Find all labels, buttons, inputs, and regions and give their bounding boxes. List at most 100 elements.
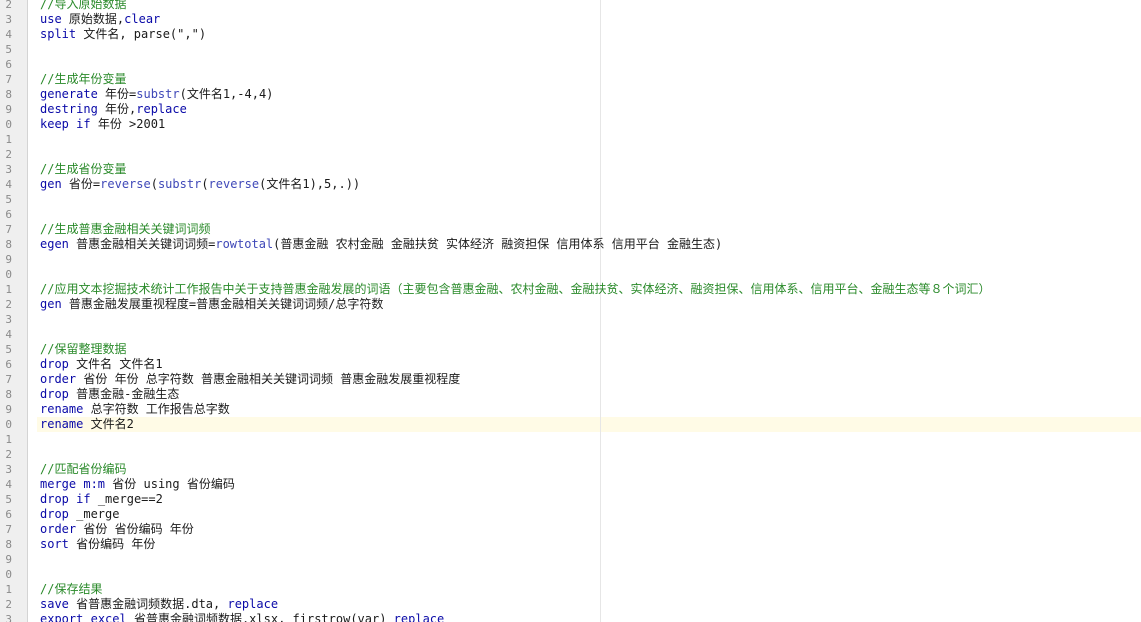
- code-line[interactable]: 1: [0, 432, 1141, 447]
- line-number: 3: [5, 463, 12, 476]
- code-token: sort: [40, 537, 69, 551]
- code-line[interactable]: 1 //保存结果: [0, 582, 1141, 597]
- line-number: 7: [5, 223, 12, 236]
- code-token: 省份 年份 总字符数 普惠金融相关关键词词频 普惠金融发展重视程度: [76, 372, 461, 386]
- code-line[interactable]: 8 sort 省份编码 年份: [0, 537, 1141, 552]
- code-line[interactable]: 0 rename 文件名2: [0, 417, 1141, 432]
- code-line[interactable]: 1 //应用文本挖掘技术统计工作报告中关于支持普惠金融发展的词语（主要包含普惠金融…: [0, 282, 1141, 297]
- code-line[interactable]: 7 //生成年份变量: [0, 72, 1141, 87]
- line-code: save 省普惠金融词频数据.dta, replace: [40, 597, 278, 612]
- code-line[interactable]: 3 //生成省份变量: [0, 162, 1141, 177]
- code-line[interactable]: 8 egen 普惠金融相关关键词词频=rowtotal(普惠金融 农村金融 金融扶…: [0, 237, 1141, 252]
- code-line[interactable]: 4 split 文件名, parse(","): [0, 27, 1141, 42]
- code-token: excel: [90, 612, 127, 622]
- line-number: 8: [5, 238, 12, 251]
- code-line[interactable]: 6 drop _merge: [0, 507, 1141, 522]
- code-token: save: [40, 597, 69, 611]
- code-line[interactable]: 5: [0, 192, 1141, 207]
- code-line[interactable]: 0 keep if 年份 >2001: [0, 117, 1141, 132]
- code-line[interactable]: 3: [0, 312, 1141, 327]
- line-code: drop _merge: [40, 507, 119, 522]
- line-number: 7: [5, 373, 12, 386]
- code-line[interactable]: 9 destring 年份,replace: [0, 102, 1141, 117]
- code-line[interactable]: 6: [0, 207, 1141, 222]
- code-token: drop: [40, 492, 69, 506]
- code-editor[interactable]: 2 //导入原始数据 3 use 原始数据,clear 4 split 文件名, pars…: [0, 0, 1141, 622]
- code-line[interactable]: 7 //生成普惠金融相关关键词词频: [0, 222, 1141, 237]
- code-line[interactable]: 5 drop if _merge==2: [0, 492, 1141, 507]
- line-number: 0: [5, 568, 12, 581]
- code-token: gen: [40, 177, 62, 191]
- code-line[interactable]: 4 gen 省份=reverse(substr(reverse(文件名1),5,.…: [0, 177, 1141, 192]
- code-line[interactable]: 2 save 省普惠金融词频数据.dta, replace: [0, 597, 1141, 612]
- code-line[interactable]: 2: [0, 447, 1141, 462]
- code-line[interactable]: 3 export excel 省普惠金融词频数据.xlsx, firstrow(v…: [0, 612, 1141, 622]
- code-token: gen: [40, 297, 62, 311]
- code-line[interactable]: 4: [0, 327, 1141, 342]
- code-line[interactable]: 7 order 省份 年份 总字符数 普惠金融相关关键词词频 普惠金融发展重视程度: [0, 372, 1141, 387]
- code-line[interactable]: 6 drop 文件名 文件名1: [0, 357, 1141, 372]
- code-token: //生成省份变量: [40, 162, 127, 176]
- line-number: 0: [5, 118, 12, 131]
- code-token: 省普惠金融词频数据.xlsx, firstrow(var): [126, 612, 394, 622]
- line-number: 5: [5, 343, 12, 356]
- code-line[interactable]: 2 gen 普惠金融发展重视程度=普惠金融相关关键词词频/总字符数: [0, 297, 1141, 312]
- code-line[interactable]: 7 order 省份 省份编码 年份: [0, 522, 1141, 537]
- code-token: merge: [40, 477, 77, 491]
- code-token: clear: [124, 12, 161, 26]
- line-code: //保留整理数据: [40, 342, 126, 357]
- code-line[interactable]: 8 generate 年份=substr(文件名1,-4,4): [0, 87, 1141, 102]
- code-token: 普惠金融相关关键词词频=: [68, 237, 216, 251]
- line-number: 4: [5, 178, 12, 191]
- line-code: destring 年份,replace: [40, 102, 187, 117]
- code-line[interactable]: 9: [0, 552, 1141, 567]
- line-number: 3: [5, 163, 12, 176]
- line-number: 9: [5, 253, 12, 266]
- code-token: split: [40, 27, 77, 41]
- line-number: 2: [5, 148, 12, 161]
- line-code: order 省份 年份 总字符数 普惠金融相关关键词词频 普惠金融发展重视程度: [40, 372, 460, 387]
- line-number: 3: [5, 313, 12, 326]
- line-number: 8: [5, 88, 12, 101]
- code-line[interactable]: 2: [0, 147, 1141, 162]
- code-line[interactable]: 8 drop 普惠金融-金融生态: [0, 387, 1141, 402]
- code-line[interactable]: 5: [0, 42, 1141, 57]
- code-token: replace: [136, 102, 187, 116]
- code-line[interactable]: 0: [0, 267, 1141, 282]
- line-code: keep if 年份 >2001: [40, 117, 165, 132]
- line-number: 2: [5, 598, 12, 611]
- line-number: 9: [5, 553, 12, 566]
- code-token: drop: [40, 357, 69, 371]
- line-number: 2: [5, 448, 12, 461]
- code-token: 总字符数 工作报告总字数: [83, 402, 230, 416]
- line-number: 4: [5, 478, 12, 491]
- code-line[interactable]: 1: [0, 132, 1141, 147]
- line-code: order 省份 省份编码 年份: [40, 522, 194, 537]
- code-token: export: [40, 612, 84, 622]
- code-line[interactable]: 6: [0, 57, 1141, 72]
- code-line[interactable]: 9 rename 总字符数 工作报告总字数: [0, 402, 1141, 417]
- line-code: merge m:m 省份 using 省份编码: [40, 477, 235, 492]
- code-token: (普惠金融 农村金融 金融扶贫 实体经济 融资担保 信用体系 信用平台 金融生态…: [273, 237, 723, 251]
- code-line[interactable]: 4 merge m:m 省份 using 省份编码: [0, 477, 1141, 492]
- code-token: rowtotal: [215, 237, 274, 251]
- line-code: gen 普惠金融发展重视程度=普惠金融相关关键词词频/总字符数: [40, 297, 383, 312]
- line-code: //匹配省份编码: [40, 462, 126, 477]
- code-token: //保留整理数据: [40, 342, 127, 356]
- code-token: substr: [157, 177, 202, 191]
- code-token: _merge==2: [90, 492, 163, 506]
- code-token: reverse: [208, 177, 260, 191]
- line-number: 4: [5, 28, 12, 41]
- line-number: 1: [5, 133, 12, 146]
- code-line[interactable]: 9: [0, 252, 1141, 267]
- line-number: 2: [5, 298, 12, 311]
- code-line[interactable]: 0: [0, 567, 1141, 582]
- code-line[interactable]: 3 //匹配省份编码: [0, 462, 1141, 477]
- code-token: replace: [227, 597, 279, 611]
- code-token: //应用文本挖掘技术统计工作报告中关于支持普惠金融发展的词语（主要包含普惠金融、…: [40, 282, 991, 296]
- line-code: drop 普惠金融-金融生态: [40, 387, 179, 402]
- code-line[interactable]: 3 use 原始数据,clear: [0, 12, 1141, 27]
- code-line[interactable]: 5 //保留整理数据: [0, 342, 1141, 357]
- code-line[interactable]: 2 //导入原始数据: [0, 0, 1141, 12]
- line-number: 1: [5, 283, 12, 296]
